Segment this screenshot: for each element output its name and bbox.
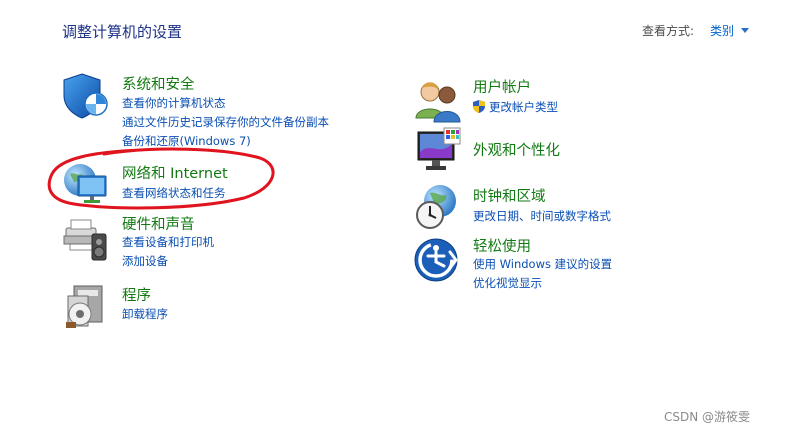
control-panel-category-view: 调整计算机的设置 查看方式: 类别 系统和安全 查看你的计算机状态 通过文件历史… [0, 0, 802, 434]
link-uninstall-program[interactable]: 卸载程序 [122, 306, 168, 322]
csdn-watermark: CSDN @游筱雯 [664, 410, 751, 424]
category-network-internet[interactable]: 网络和 Internet [122, 162, 228, 183]
view-by-label: 查看方式: [642, 24, 695, 38]
category-clock-region[interactable]: 时钟和区域 [473, 185, 546, 206]
link-optimize-visual-display[interactable]: 优化视觉显示 [473, 275, 542, 291]
category-hardware-sound[interactable]: 硬件和声音 [122, 213, 195, 234]
monitor-palette-icon[interactable] [414, 126, 462, 174]
link-change-date-time-format[interactable]: 更改日期、时间或数字格式 [473, 208, 611, 224]
security-shield-icon[interactable] [62, 72, 110, 120]
printer-speaker-icon[interactable] [62, 214, 110, 262]
link-file-history-backup[interactable]: 通过文件历史记录保存你的文件备份副本 [122, 114, 329, 130]
network-globe-icon[interactable] [62, 160, 110, 208]
programs-disk-icon[interactable] [62, 282, 110, 330]
page-title: 调整计算机的设置 [62, 23, 183, 41]
link-network-status-tasks[interactable]: 查看网络状态和任务 [122, 185, 226, 201]
view-by-dropdown[interactable]: 类别 [710, 22, 734, 39]
link-change-account-type[interactable]: 更改帐户类型 [489, 99, 558, 115]
users-icon[interactable] [414, 76, 462, 124]
link-add-device[interactable]: 添加设备 [122, 253, 168, 269]
clock-globe-icon[interactable] [414, 183, 462, 231]
category-user-accounts[interactable]: 用户帐户 [473, 76, 531, 97]
link-devices-printers[interactable]: 查看设备和打印机 [122, 234, 214, 250]
uac-shield-icon [473, 100, 485, 113]
link-windows-recommended-settings[interactable]: 使用 Windows 建议的设置 [473, 256, 612, 272]
ease-of-access-icon[interactable] [414, 236, 462, 284]
category-ease-of-access[interactable]: 轻松使用 [473, 235, 531, 256]
category-system-security[interactable]: 系统和安全 [122, 73, 195, 94]
category-appearance-personalization[interactable]: 外观和个性化 [473, 139, 560, 160]
category-programs[interactable]: 程序 [122, 284, 151, 305]
link-backup-restore[interactable]: 备份和还原(Windows 7) [122, 133, 251, 149]
link-view-computer-status[interactable]: 查看你的计算机状态 [122, 95, 226, 111]
chevron-down-icon[interactable] [741, 28, 749, 33]
